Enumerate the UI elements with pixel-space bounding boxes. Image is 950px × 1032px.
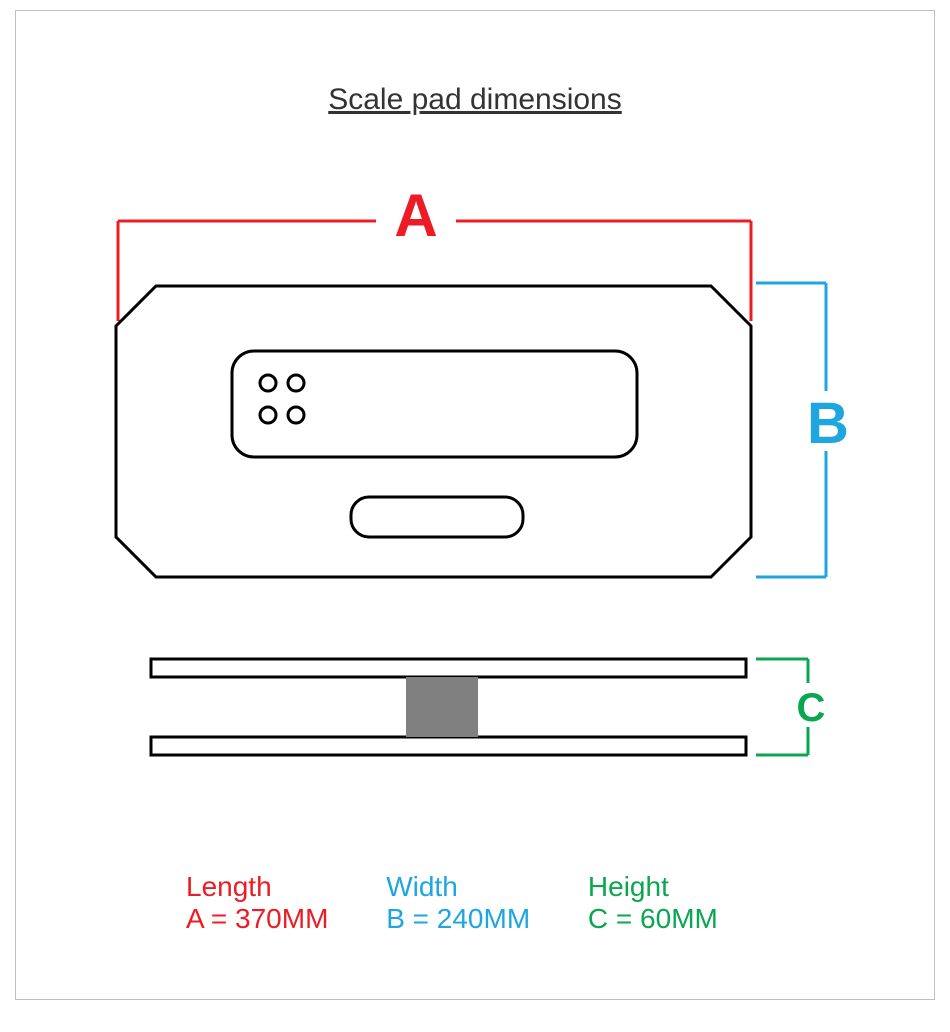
dimension-c: C [16,11,936,1001]
legend-length-name: Length [186,871,328,903]
legend-width-value: B = 240MM [386,903,530,935]
legend: Length A = 370MM Width B = 240MM Height … [186,871,768,935]
legend-height-value: C = 60MM [588,903,718,935]
legend-height-name: Height [588,871,718,903]
label-c: C [797,686,826,730]
legend-length-value: A = 370MM [186,903,328,935]
legend-width-name: Width [386,871,530,903]
